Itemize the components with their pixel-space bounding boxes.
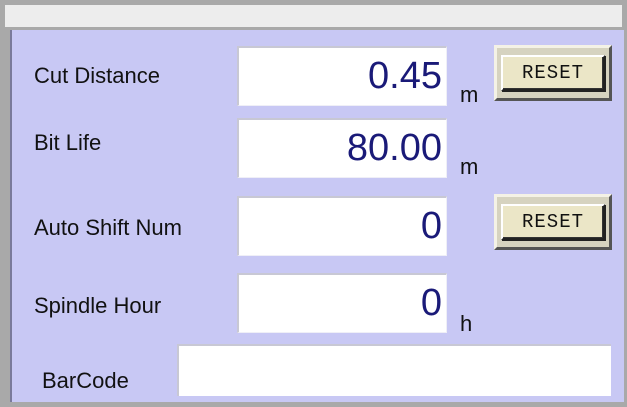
spindle-hour-unit: h [460,311,473,336]
counters-panel: Cut Distance 0.45 m RESET Bit Life 80.00… [10,30,624,402]
cut-distance-unit: m [460,82,479,107]
bit-life-value: 80.00 [237,118,447,178]
cut-distance-value: 0.45 [237,46,447,106]
auto-shift-num-value: 0 [237,196,447,256]
cut-distance-reset-button[interactable]: RESET [494,45,612,101]
auto-shift-num-label: Auto Shift Num [34,215,182,240]
cut-distance-label: Cut Distance [34,63,160,88]
cut-distance-reset-label: RESET [501,55,605,91]
auto-shift-num-reset-button[interactable]: RESET [494,194,612,250]
spindle-hour-label: Spindle Hour [34,293,162,318]
bit-life-label: Bit Life [34,130,102,155]
auto-shift-num-reset-label: RESET [501,204,605,240]
title-bar [5,5,622,27]
barcode-input[interactable] [177,344,611,396]
spindle-hour-value: 0 [237,273,447,333]
window-frame: Cut Distance 0.45 m RESET Bit Life 80.00… [0,0,627,407]
barcode-label: BarCode [42,368,129,393]
bit-life-unit: m [460,154,479,179]
